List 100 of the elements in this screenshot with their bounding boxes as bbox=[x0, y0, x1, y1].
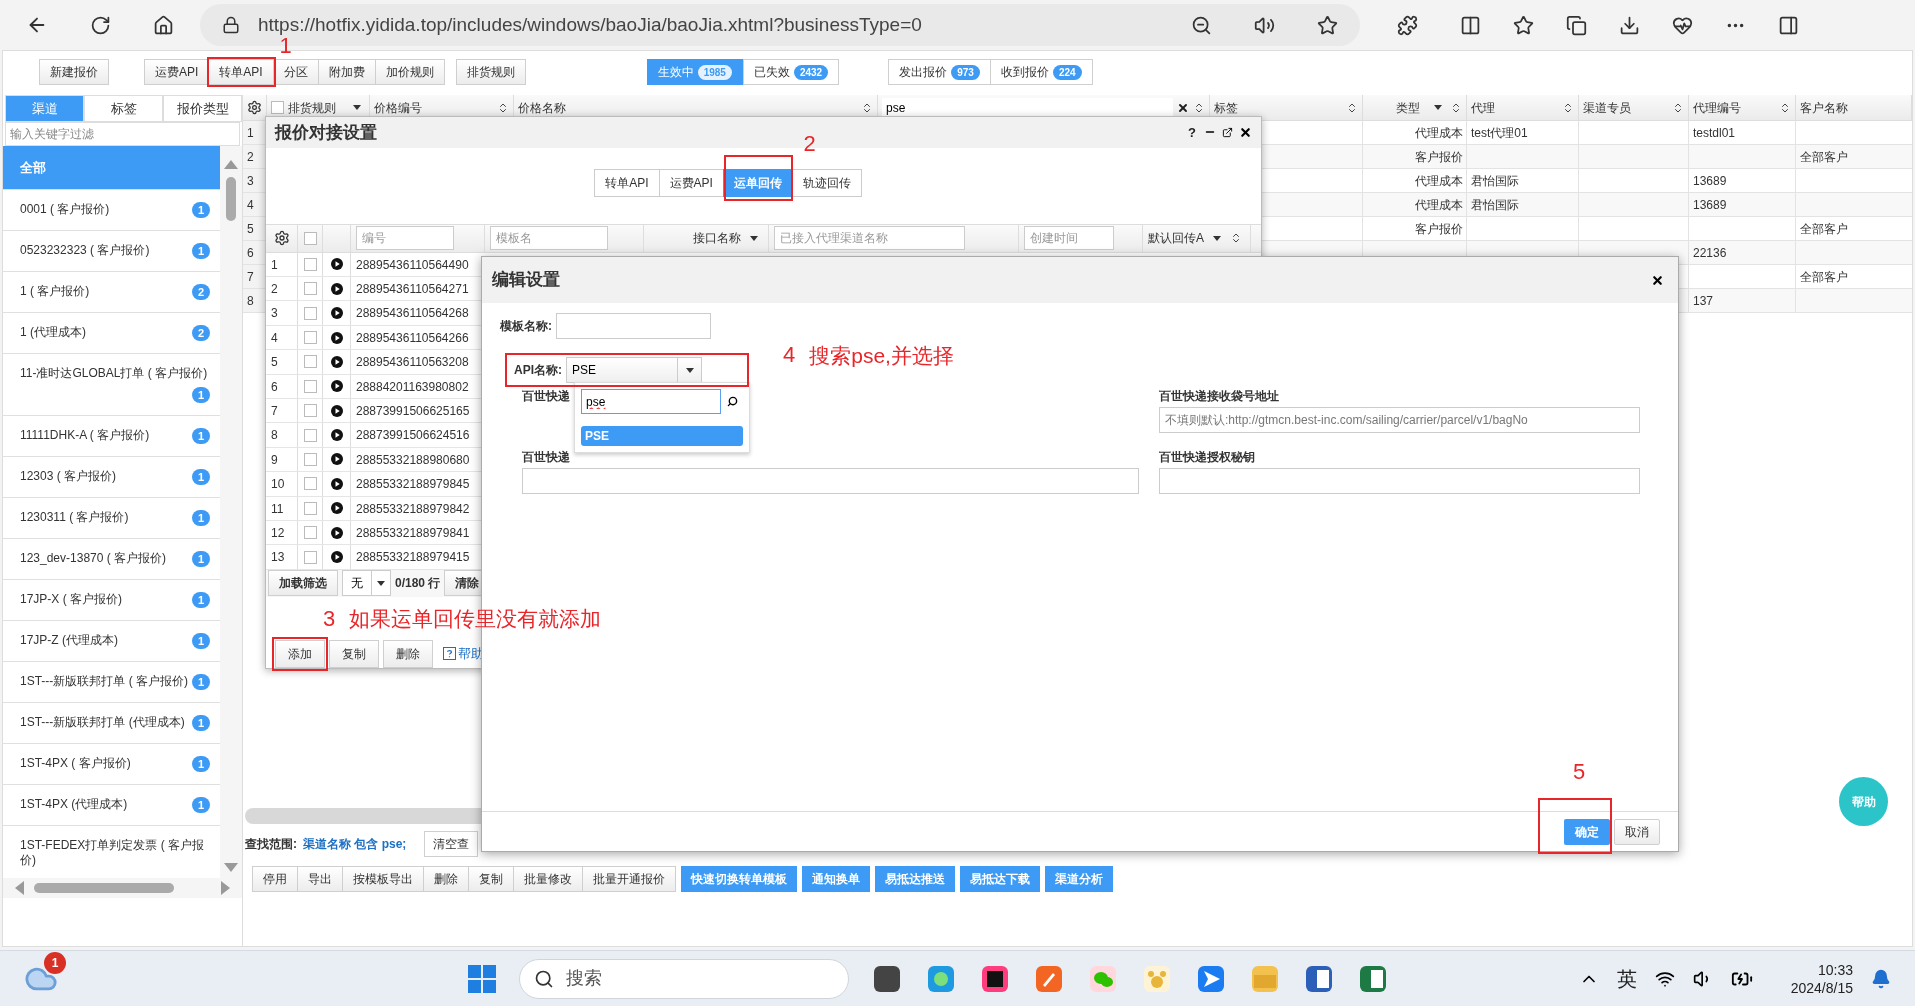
clear-icon[interactable] bbox=[1177, 101, 1189, 114]
clock[interactable]: 10:33 2024/8/15 bbox=[1790, 960, 1853, 997]
checkbox[interactable] bbox=[303, 331, 317, 344]
play-icon[interactable] bbox=[330, 477, 343, 490]
close-icon[interactable] bbox=[1651, 273, 1664, 287]
scroll-thumb[interactable] bbox=[226, 177, 236, 221]
sort-icon[interactable] bbox=[861, 101, 873, 114]
collections-icon[interactable] bbox=[1566, 14, 1587, 36]
column-header[interactable]: 排货规则 bbox=[288, 98, 345, 117]
filter-field[interactable]: 编号 bbox=[356, 226, 455, 251]
column-header[interactable]: 类型 bbox=[1367, 98, 1420, 117]
taskbar-search[interactable]: 搜索 bbox=[519, 958, 850, 999]
toolbar-button[interactable]: 复制 bbox=[468, 866, 514, 892]
action-button[interactable]: 删除 bbox=[383, 640, 433, 668]
toolbar-button[interactable]: 批量开通报价 bbox=[582, 866, 676, 892]
column-header[interactable]: 渠道专员 bbox=[1583, 98, 1668, 117]
checkbox[interactable] bbox=[303, 452, 317, 466]
checkbox[interactable] bbox=[303, 379, 317, 393]
sort-icon[interactable] bbox=[1779, 101, 1791, 114]
scroll-right-icon[interactable] bbox=[221, 881, 230, 895]
sidebar-tab[interactable]: 报价类型 bbox=[163, 95, 242, 122]
play-icon[interactable] bbox=[330, 355, 343, 368]
favorites-icon[interactable] bbox=[1513, 14, 1534, 36]
scroll-thumb[interactable] bbox=[34, 883, 174, 893]
scrollbar[interactable] bbox=[3, 878, 242, 898]
action-button[interactable]: 添加 bbox=[275, 640, 325, 668]
play-icon[interactable] bbox=[330, 380, 343, 393]
star-icon[interactable] bbox=[1317, 14, 1338, 36]
play-icon[interactable] bbox=[330, 453, 343, 466]
checkbox[interactable] bbox=[271, 101, 284, 114]
toolbar-button[interactable]: 批量修改 bbox=[513, 866, 583, 892]
play-icon[interactable] bbox=[330, 307, 343, 320]
refresh-icon[interactable] bbox=[90, 14, 111, 36]
zoom-out-icon[interactable] bbox=[1191, 14, 1212, 36]
dialog-tab[interactable]: 转单API bbox=[594, 168, 660, 197]
sidebar-icon[interactable] bbox=[1778, 14, 1799, 36]
filter-field[interactable]: 创建时间 bbox=[1024, 226, 1115, 251]
notifications-icon[interactable] bbox=[1871, 968, 1891, 989]
checkbox[interactable] bbox=[303, 306, 317, 320]
checkbox[interactable] bbox=[303, 282, 317, 296]
sort-icon[interactable] bbox=[1193, 101, 1205, 114]
sort-icon[interactable] bbox=[1562, 101, 1574, 114]
text-field[interactable] bbox=[522, 468, 1139, 494]
play-icon[interactable] bbox=[330, 429, 343, 442]
maximize-icon[interactable] bbox=[1222, 126, 1233, 138]
play-icon[interactable] bbox=[330, 258, 343, 271]
report-tab[interactable]: 收到报价 224 bbox=[989, 59, 1093, 85]
play-icon[interactable] bbox=[330, 331, 343, 344]
column-header[interactable]: 客户名称 bbox=[1800, 98, 1907, 117]
dialog-tab[interactable]: 运费API bbox=[658, 168, 724, 197]
column-header[interactable]: 代理编号 bbox=[1693, 98, 1775, 117]
toolbar-button[interactable]: 删除 bbox=[423, 866, 469, 892]
column-header[interactable]: 价格名称 bbox=[518, 98, 857, 117]
close-icon[interactable] bbox=[1239, 125, 1252, 139]
download-icon[interactable] bbox=[1619, 14, 1640, 36]
start-icon[interactable] bbox=[467, 963, 498, 994]
column-header[interactable]: 接口名称 bbox=[693, 229, 741, 248]
api-select[interactable]: PSE bbox=[566, 357, 702, 383]
scroll-left-icon[interactable] bbox=[15, 881, 24, 895]
home-icon[interactable] bbox=[153, 14, 174, 36]
checkbox[interactable] bbox=[303, 526, 317, 540]
toolbar-button[interactable]: 导出 bbox=[297, 866, 343, 892]
column-header[interactable]: 代理 bbox=[1471, 98, 1558, 117]
checkbox[interactable] bbox=[303, 232, 317, 245]
filter-field[interactable]: pse bbox=[882, 97, 1173, 118]
column-header[interactable]: 标签 bbox=[1214, 98, 1342, 117]
toolbar-button[interactable]: 转单API bbox=[208, 59, 274, 85]
checkbox[interactable] bbox=[303, 404, 317, 418]
sidebar-tab[interactable]: 标签 bbox=[84, 95, 163, 122]
status-tab[interactable]: 已失效 2432 bbox=[742, 59, 840, 85]
checkbox[interactable] bbox=[303, 355, 317, 369]
toolbar-button[interactable]: 排货规则 bbox=[455, 59, 526, 85]
play-icon[interactable] bbox=[330, 551, 343, 564]
settings-icon[interactable] bbox=[247, 100, 262, 115]
checkbox[interactable] bbox=[303, 428, 317, 442]
checkbox[interactable] bbox=[303, 501, 317, 515]
sort-icon[interactable] bbox=[1672, 101, 1684, 114]
filter-field[interactable]: 模板名 bbox=[490, 226, 609, 251]
play-icon[interactable] bbox=[330, 526, 343, 539]
scroll-down-icon[interactable] bbox=[224, 863, 238, 872]
toolbar-button[interactable]: 按模板导出 bbox=[342, 866, 424, 892]
secret-field[interactable] bbox=[1159, 468, 1640, 494]
report-tab[interactable]: 发出报价 973 bbox=[888, 59, 991, 85]
select-field[interactable]: 无 bbox=[342, 570, 391, 597]
input-method-indicator[interactable]: 英 bbox=[1616, 963, 1637, 994]
column-header[interactable]: 默认回传A bbox=[1148, 229, 1204, 248]
bag-url-field[interactable]: 不填则默认:http://gtmcn.best-inc.com/sailing/carrier/parcel/v1/bagNo bbox=[1159, 407, 1640, 433]
sort-icon[interactable] bbox=[1450, 101, 1462, 114]
search-field[interactable]: pse bbox=[581, 389, 721, 414]
filter-field[interactable]: 输入关键字过滤 bbox=[5, 122, 240, 146]
toolbar-button[interactable]: 新建报价 bbox=[39, 59, 109, 85]
toolbar-button[interactable]: 附加费 bbox=[317, 59, 376, 85]
search-icon[interactable] bbox=[727, 396, 738, 407]
extensions-icon[interactable] bbox=[1397, 14, 1418, 36]
load-filter-button[interactable]: 加载筛选 bbox=[268, 570, 338, 597]
checkbox[interactable] bbox=[303, 257, 317, 271]
play-icon[interactable] bbox=[330, 502, 343, 515]
template-name-field[interactable] bbox=[556, 313, 711, 339]
column-header[interactable]: 价格编号 bbox=[374, 98, 493, 117]
sort-icon[interactable] bbox=[1230, 232, 1242, 245]
